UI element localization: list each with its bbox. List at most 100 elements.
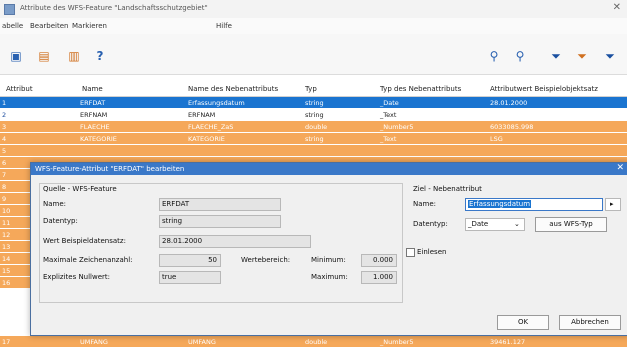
row-number: 3 bbox=[2, 123, 7, 131]
close-icon[interactable]: ✕ bbox=[613, 2, 621, 13]
cell-neben: UMFANG bbox=[188, 338, 216, 346]
table-row[interactable]: 4 KATEGORIE KATEGORIE string _Text LSG bbox=[0, 133, 627, 144]
cell-neben: KATEGORIE bbox=[188, 135, 225, 143]
cell-neben: ERFNAM bbox=[188, 111, 216, 119]
row-number: 13 bbox=[2, 243, 11, 251]
col-name[interactable]: Name bbox=[82, 85, 103, 93]
source-type-label: Datentyp: bbox=[43, 217, 78, 225]
col-typ-nebenattribut[interactable]: Typ des Nebenattributs bbox=[380, 85, 461, 93]
dialog-title-bar: WFS-Feature-Attribut "ERFDAT" bearbeiten… bbox=[31, 163, 627, 175]
row-number: 16 bbox=[2, 279, 11, 287]
source-name-label: Name: bbox=[43, 200, 67, 208]
edit-attribute-dialog: WFS-Feature-Attribut "ERFDAT" bearbeiten… bbox=[30, 162, 627, 336]
row-number: 2 bbox=[2, 111, 7, 119]
chevron-down-icon: ⌄ bbox=[514, 220, 520, 228]
menu-bearbeiten[interactable]: Bearbeiten bbox=[30, 22, 68, 30]
from-wfs-type-button[interactable]: aus WFS-Typ bbox=[535, 217, 607, 232]
row-number: 17 bbox=[2, 338, 11, 346]
filter-selection-icon[interactable]: ⏷ bbox=[574, 48, 590, 64]
target-name-label: Name: bbox=[413, 200, 437, 208]
menu-hilfe[interactable]: Hilfe bbox=[216, 22, 232, 30]
target-group-label: Ziel - Nebenattribut bbox=[413, 185, 482, 193]
row-number: 14 bbox=[2, 255, 11, 263]
row-number: 11 bbox=[2, 219, 11, 227]
range-label: Wertebereich: bbox=[241, 256, 291, 264]
source-example-label: Wert Beispieldatensatz: bbox=[43, 237, 126, 245]
app-icon bbox=[4, 4, 15, 15]
table-row[interactable]: 1 ERFDAT Erfassungsdatum string _Date 28.01.2… bbox=[0, 97, 627, 108]
cell-typ: double bbox=[305, 338, 328, 346]
cell-ntyp: _Text bbox=[380, 111, 397, 119]
cancel-button[interactable]: Abbrechen bbox=[559, 315, 621, 330]
table-row[interactable]: 2 ERFNAM ERFNAM string _Text bbox=[0, 109, 627, 120]
cell-typ: string bbox=[305, 111, 324, 119]
maxchars-field: 50 bbox=[159, 254, 221, 267]
row-number: 5 bbox=[2, 147, 7, 155]
max-label: Maximum: bbox=[311, 273, 348, 281]
cell-name: KATEGORIE bbox=[80, 135, 117, 143]
cell-typ: double bbox=[305, 123, 328, 131]
row-number: 12 bbox=[2, 231, 11, 239]
filter-icon[interactable]: ⏷ bbox=[548, 48, 564, 64]
row-number: 9 bbox=[2, 195, 7, 203]
cell-name: ERFDAT bbox=[80, 99, 106, 107]
cell-wert: LSG bbox=[490, 135, 503, 143]
source-example-field: 28.01.2000 bbox=[159, 235, 311, 248]
menu-tabelle[interactable]: abelle bbox=[2, 22, 23, 30]
print-setup-icon[interactable]: ▥ bbox=[66, 48, 82, 64]
title-bar: Attribute des WFS-Feature "Landschaftssc… bbox=[0, 0, 627, 19]
cell-typ: string bbox=[305, 135, 324, 143]
dialog-close-icon[interactable]: ✕ bbox=[616, 163, 624, 173]
application-window: Attribute des WFS-Feature "Landschaftssc… bbox=[0, 0, 627, 352]
col-attribut[interactable]: Attribut bbox=[6, 85, 33, 93]
target-type-select[interactable]: _Date ⌄ bbox=[465, 218, 525, 231]
target-type-label: Datentyp: bbox=[413, 220, 448, 228]
import-label: Einlesen bbox=[417, 248, 447, 256]
cell-typ: string bbox=[305, 99, 324, 107]
cell-wert: 6033085.998 bbox=[490, 123, 534, 131]
cell-wert: 39461.127 bbox=[490, 338, 526, 346]
search-next-icon[interactable]: ⚲ bbox=[512, 48, 528, 64]
source-group-label: Quelle - WFS-Feature bbox=[43, 185, 117, 193]
row-number: 6 bbox=[2, 159, 7, 167]
table-header: Attribut Name Name des Nebenattributs Ty… bbox=[0, 82, 627, 97]
max-field: 1.000 bbox=[361, 271, 397, 284]
print-icon[interactable]: ▣ bbox=[8, 48, 24, 64]
cell-name: ERFNAM bbox=[80, 111, 108, 119]
cell-ntyp: _Text bbox=[380, 135, 397, 143]
search-icon[interactable]: ⚲ bbox=[486, 48, 502, 64]
row-number: 7 bbox=[2, 171, 7, 179]
table-row[interactable]: 17 UMFANG UMFANG double _Number5 39461.127 bbox=[0, 336, 627, 347]
cell-name: FLAECHE bbox=[80, 123, 110, 131]
row-number: 15 bbox=[2, 267, 11, 275]
help-icon[interactable]: ? bbox=[92, 48, 108, 64]
col-typ[interactable]: Typ bbox=[305, 85, 317, 93]
table-row[interactable]: 5 bbox=[0, 145, 627, 156]
cell-name: UMFANG bbox=[80, 338, 108, 346]
window-title: Attribute des WFS-Feature "Landschaftssc… bbox=[20, 4, 208, 12]
ok-button[interactable]: OK bbox=[497, 315, 549, 330]
dialog-title: WFS-Feature-Attribut "ERFDAT" bearbeiten bbox=[35, 165, 185, 173]
preview-icon[interactable]: ▤ bbox=[36, 48, 52, 64]
min-label: Minimum: bbox=[311, 256, 346, 264]
row-number: 10 bbox=[2, 207, 11, 215]
import-checkbox[interactable] bbox=[406, 248, 415, 257]
filter-remove-icon[interactable]: ⏷ bbox=[602, 48, 618, 64]
row-number: 8 bbox=[2, 183, 7, 191]
cell-wert: 28.01.2000 bbox=[490, 99, 528, 107]
row-number: 1 bbox=[2, 99, 7, 107]
target-name-input[interactable]: Erfassungsdatum bbox=[465, 198, 603, 211]
row-number: 4 bbox=[2, 135, 7, 143]
min-field: 0.000 bbox=[361, 254, 397, 267]
table-row[interactable]: 3 FLAECHE FLAECHE_ZaS double _Number5 6033085… bbox=[0, 121, 627, 132]
cell-ntyp: _Date bbox=[380, 99, 399, 107]
col-attributwert[interactable]: Attributwert Beispielobjektsatz bbox=[490, 85, 598, 93]
menu-bar: abelle Bearbeiten Markieren Hilfe bbox=[0, 18, 627, 34]
cell-neben: FLAECHE_ZaS bbox=[188, 123, 234, 131]
target-name-dropdown-icon[interactable]: ▸ bbox=[605, 198, 621, 211]
cell-ntyp: _Number5 bbox=[380, 123, 414, 131]
menu-markieren[interactable]: Markieren bbox=[72, 22, 107, 30]
col-name-nebenattribut[interactable]: Name des Nebenattributs bbox=[188, 85, 278, 93]
nullable-label: Explizites Nullwert: bbox=[43, 273, 111, 281]
source-name-field: ERFDAT bbox=[159, 198, 281, 211]
